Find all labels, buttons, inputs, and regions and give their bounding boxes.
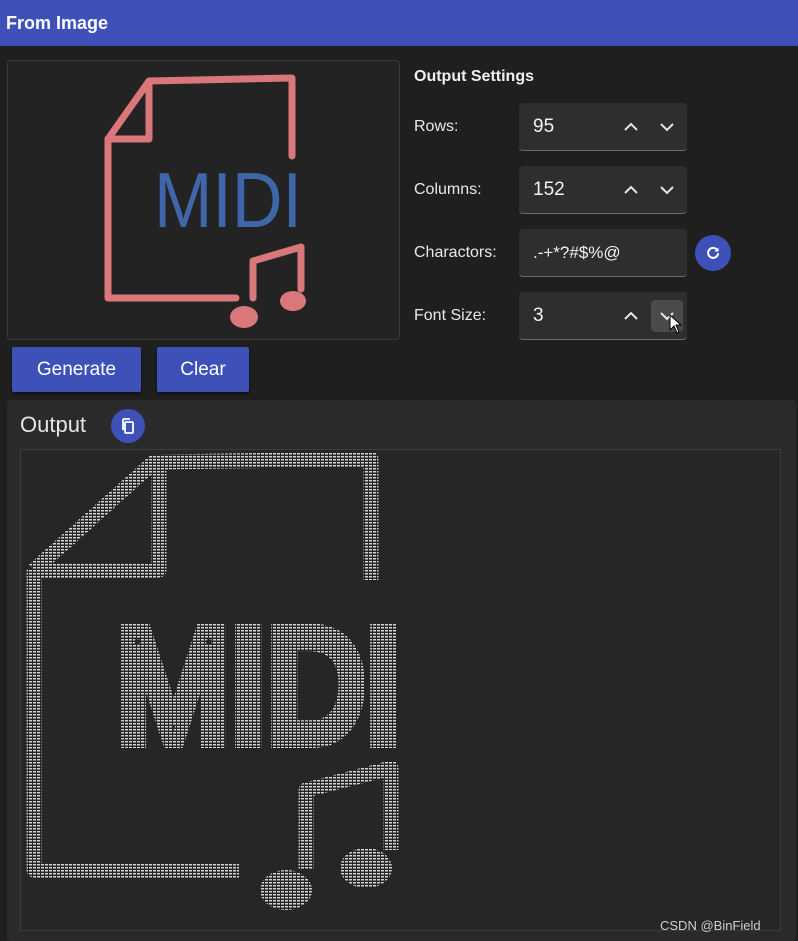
rows-value[interactable]: 95: [519, 116, 615, 138]
output-label: Output: [20, 412, 87, 437]
output-settings-title: Output Settings: [414, 68, 534, 85]
columns-stepper[interactable]: 152: [519, 166, 687, 214]
font-size-increment-button[interactable]: [615, 300, 647, 332]
window-title-bar: From Image: [0, 0, 798, 46]
copy-output-button[interactable]: [111, 409, 145, 443]
rows-label: Rows:: [414, 118, 459, 135]
reset-characters-button[interactable]: [695, 235, 731, 271]
ascii-art-text: MIDI: [117, 598, 402, 774]
characters-input[interactable]: .-+*?#$%@: [519, 229, 687, 277]
generate-button[interactable]: Generate: [12, 347, 141, 392]
columns-decrement-button[interactable]: [651, 174, 683, 206]
chevron-up-icon: [624, 185, 638, 194]
chevron-up-icon: [624, 311, 638, 320]
ascii-output-area[interactable]: MIDI: [20, 449, 781, 931]
characters-label: Charactors:: [414, 244, 497, 261]
font-size-value[interactable]: 3: [519, 305, 615, 327]
chevron-down-icon: [660, 185, 674, 194]
midi-file-image: MIDI: [104, 74, 306, 328]
watermark-text: CSDN @BinField: [660, 918, 761, 933]
columns-value[interactable]: 152: [519, 179, 615, 201]
image-preview: MIDI: [7, 60, 400, 340]
rows-decrement-button[interactable]: [651, 111, 683, 143]
window-title: From Image: [6, 12, 109, 33]
ascii-art-output: MIDI: [26, 451, 410, 910]
font-size-label: Font Size:: [414, 307, 487, 324]
mouse-cursor-icon: [669, 314, 683, 334]
chevron-down-icon: [660, 122, 674, 131]
refresh-icon: [707, 246, 719, 259]
columns-label: Columns:: [414, 181, 482, 198]
font-size-stepper[interactable]: 3: [519, 292, 687, 340]
columns-increment-button[interactable]: [615, 174, 647, 206]
copy-icon: [122, 418, 134, 434]
rows-increment-button[interactable]: [615, 111, 647, 143]
characters-value[interactable]: .-+*?#$%@: [519, 243, 687, 263]
clear-button[interactable]: Clear: [157, 347, 249, 392]
preview-logo-text: MIDI: [154, 156, 302, 244]
chevron-up-icon: [624, 122, 638, 131]
rows-stepper[interactable]: 95: [519, 103, 687, 151]
